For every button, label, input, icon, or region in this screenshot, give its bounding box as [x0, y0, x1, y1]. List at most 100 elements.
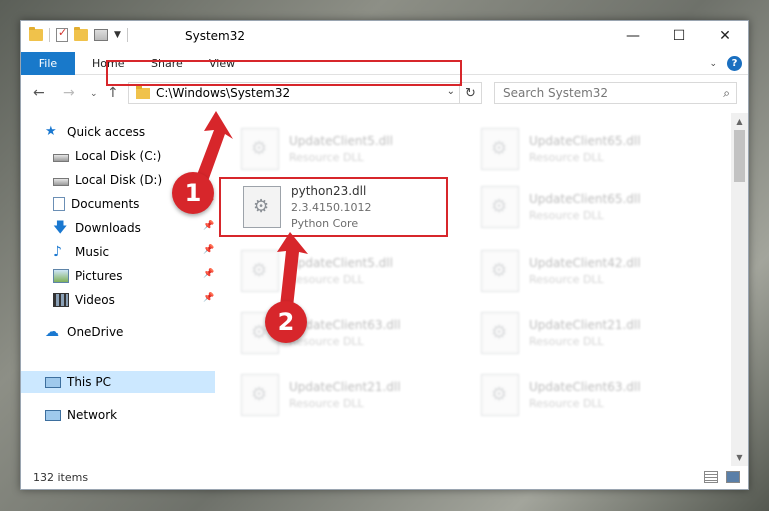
window-controls: — ☐ ✕: [610, 21, 748, 51]
music-icon: ♪: [53, 244, 62, 260]
sidebar-item-videos[interactable]: Videos: [53, 289, 115, 311]
sidebar-item-label: Documents: [71, 197, 140, 211]
pin-icon[interactable]: 📌: [203, 269, 214, 279]
scroll-down-icon[interactable]: ▼: [731, 449, 748, 466]
recent-locations-icon[interactable]: ⌄: [90, 89, 98, 99]
scroll-up-icon[interactable]: ▲: [731, 113, 748, 130]
file-description: Resource DLL: [529, 272, 604, 286]
file-description: Resource DLL: [529, 150, 604, 164]
file-description: Resource DLL: [289, 150, 364, 164]
window-title: System32: [185, 29, 246, 43]
file-name: UpdateClient65.dll: [529, 133, 641, 148]
quick-access-toolbar: ▼: [29, 26, 128, 42]
expand-ribbon-icon[interactable]: ⌄: [709, 59, 717, 69]
chevron-down-icon[interactable]: ⌄: [447, 86, 455, 97]
file-tile[interactable]: UpdateClient42.dll Resource DLL: [481, 243, 701, 298]
sidebar-item-label: Pictures: [75, 269, 123, 283]
properties-check-icon[interactable]: [56, 26, 68, 42]
file-name: UpdateClient65.dll: [529, 191, 641, 206]
step-2-badge: 2: [265, 301, 307, 343]
customize-toolbar-icon[interactable]: ▼: [114, 30, 121, 40]
cloud-icon: ☁: [45, 324, 59, 340]
up-arrow-icon[interactable]: ↑: [107, 85, 119, 101]
navigation-pane: ★ Quick access Local Disk (C:) Local Dis…: [21, 113, 215, 466]
sidebar-item-local-disk-c[interactable]: Local Disk (C:): [53, 145, 161, 167]
file-tile[interactable]: UpdateClient63.dll Resource DLL: [481, 367, 701, 422]
sidebar-item-label: Network: [67, 408, 118, 422]
file-description: Resource DLL: [289, 334, 364, 348]
drive-icon: [53, 178, 69, 186]
pin-icon[interactable]: 📌: [203, 245, 214, 255]
details-view-icon[interactable]: [704, 471, 718, 483]
folder-icon: [29, 27, 43, 41]
title-bar: ▼ System32 — ☐ ✕: [21, 21, 748, 52]
sidebar-item-documents[interactable]: Documents: [53, 193, 139, 215]
file-name: UpdateClient5.dll: [289, 255, 393, 270]
step-1-badge: 1: [172, 172, 214, 214]
vertical-scrollbar[interactable]: ▲ ▼: [731, 113, 748, 466]
pin-icon[interactable]: 📌: [203, 221, 214, 231]
documents-icon: [53, 197, 65, 211]
back-arrow-icon[interactable]: ←: [33, 85, 45, 101]
file-tile[interactable]: UpdateClient21.dll Resource DLL: [241, 367, 461, 422]
file-highlight: [219, 177, 448, 237]
network-icon: [45, 409, 61, 421]
sidebar-item-quick-access[interactable]: ★ Quick access: [45, 121, 145, 143]
sidebar-item-onedrive[interactable]: ☁ OneDrive: [45, 321, 123, 343]
sidebar-item-label: Local Disk (C:): [75, 149, 162, 163]
item-count: 132 items: [33, 471, 89, 484]
search-box[interactable]: Search System32 ⌕: [494, 82, 737, 104]
sidebar-item-pictures[interactable]: Pictures: [53, 265, 123, 287]
sidebar-item-label: Downloads: [75, 221, 141, 235]
sidebar-item-local-disk-d[interactable]: Local Disk (D:): [53, 169, 162, 191]
forward-arrow-icon[interactable]: →: [63, 85, 75, 101]
download-icon: 🡇: [53, 220, 68, 236]
file-name: UpdateClient63.dll: [529, 379, 641, 394]
drive-icon: [53, 154, 69, 162]
file-description: Resource DLL: [529, 334, 604, 348]
file-tile[interactable]: UpdateClient65.dll Resource DLL: [481, 121, 701, 176]
sidebar-item-label: Quick access: [67, 125, 146, 139]
dll-file-icon: [481, 249, 519, 292]
explorer-window: ▼ System32 — ☐ ✕ File Home Share View ⌄ …: [20, 20, 749, 490]
file-tile[interactable]: UpdateClient65.dll Resource DLL: [481, 179, 701, 234]
pin-icon[interactable]: 📌: [203, 293, 214, 303]
search-icon[interactable]: ⌕: [723, 86, 730, 101]
sidebar-item-downloads[interactable]: 🡇 Downloads: [53, 217, 141, 239]
file-name: UpdateClient21.dll: [289, 379, 401, 394]
dll-file-icon: [241, 127, 279, 170]
refresh-icon[interactable]: ↻: [459, 83, 481, 103]
file-name: UpdateClient21.dll: [529, 317, 641, 332]
tab-file[interactable]: File: [21, 52, 75, 75]
ribbon-right-controls: ⌄ ?: [709, 56, 742, 71]
dll-file-icon: [481, 373, 519, 416]
file-name: UpdateClient5.dll: [289, 133, 393, 148]
minimize-button[interactable]: —: [610, 21, 656, 51]
sidebar-item-this-pc[interactable]: This PC: [21, 371, 215, 393]
file-description: Resource DLL: [529, 396, 604, 410]
dll-file-icon: [481, 185, 519, 228]
sidebar-item-label: Local Disk (D:): [75, 173, 163, 187]
address-path[interactable]: C:\Windows\System32: [156, 86, 290, 100]
folder-icon: [136, 85, 150, 99]
divider: [49, 28, 50, 42]
sidebar-item-label: Music: [75, 245, 110, 259]
large-icons-view-icon[interactable]: [726, 471, 740, 483]
view-properties-icon[interactable]: [94, 29, 108, 41]
file-tile[interactable]: UpdateClient5.dll Resource DLL: [241, 121, 461, 176]
sidebar-item-network[interactable]: Network: [45, 404, 117, 426]
help-icon[interactable]: ?: [727, 56, 742, 71]
file-tile[interactable]: UpdateClient21.dll Resource DLL: [481, 305, 701, 360]
file-description: Resource DLL: [529, 208, 604, 222]
pictures-icon: [53, 269, 69, 283]
scroll-thumb[interactable]: [734, 130, 745, 182]
search-input[interactable]: Search System32: [503, 86, 608, 100]
maximize-button[interactable]: ☐: [656, 21, 702, 51]
sidebar-item-music[interactable]: ♪ Music: [53, 241, 109, 263]
video-icon: [53, 293, 69, 307]
close-button[interactable]: ✕: [702, 21, 748, 51]
file-description: Resource DLL: [289, 272, 364, 286]
file-tile[interactable]: UpdateClient5.dll Resource DLL: [241, 243, 461, 298]
dll-file-icon: [481, 127, 519, 170]
new-folder-icon[interactable]: [74, 27, 88, 41]
